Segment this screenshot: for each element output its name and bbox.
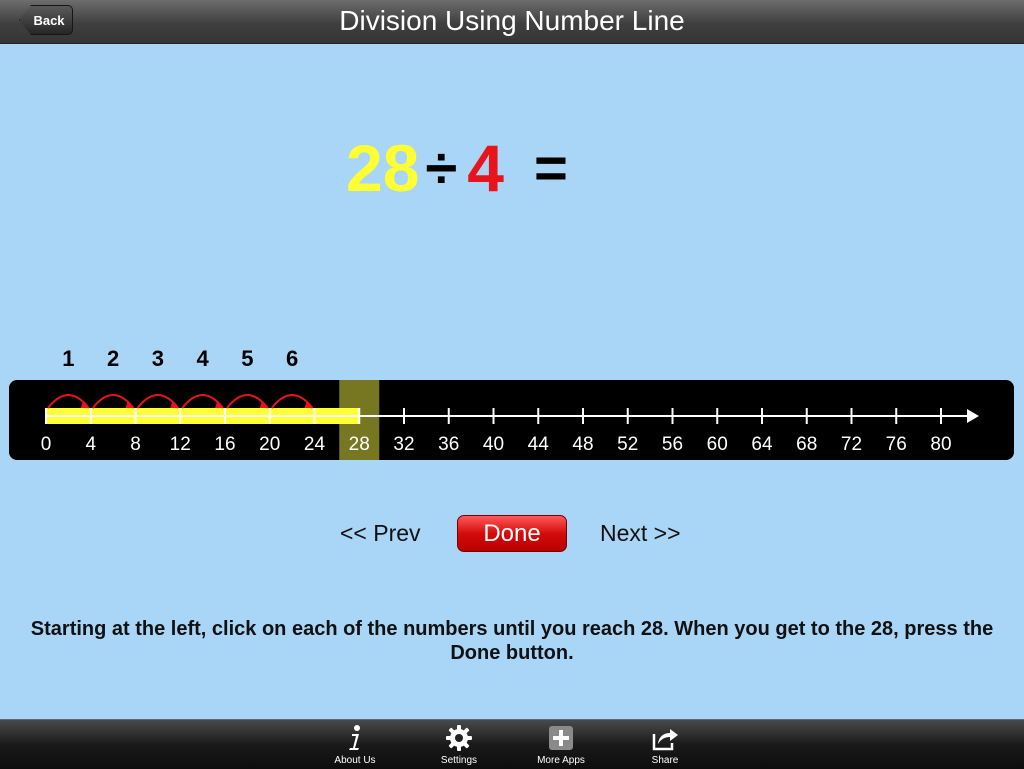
jump-count-label: 3 — [151, 346, 164, 371]
division-sign: ÷ — [425, 135, 458, 201]
tick-label[interactable]: 4 — [85, 434, 96, 455]
tick-label[interactable]: 20 — [259, 434, 280, 455]
jump-count-label: 4 — [196, 346, 209, 371]
plus-icon — [526, 723, 596, 753]
jump-count-label: 2 — [107, 346, 120, 371]
instructions-text: Starting at the left, click on each of t… — [30, 618, 994, 664]
equals-sign: = — [533, 135, 568, 201]
jump-count-labels: 1 2 3 4 5 6 — [0, 346, 1024, 376]
next-button[interactable]: Next >> — [600, 520, 681, 547]
tick-label[interactable]: 32 — [393, 434, 414, 455]
tick-label[interactable]: 0 — [41, 434, 52, 455]
tick-label[interactable]: 52 — [617, 434, 638, 455]
tab-settings[interactable]: Settings — [424, 723, 494, 766]
info-icon — [320, 723, 390, 753]
equation-dividend: 28 — [346, 131, 420, 205]
tick-label[interactable]: 80 — [930, 434, 951, 455]
tab-label: More Apps — [537, 755, 585, 766]
tick-label[interactable]: 8 — [130, 434, 141, 455]
tick-label[interactable]: 12 — [170, 434, 191, 455]
division-equation: 28 ÷ 4 = — [346, 128, 568, 208]
share-icon — [630, 723, 700, 753]
arrow-head-icon — [967, 409, 979, 423]
tick-label[interactable]: 24 — [304, 434, 326, 455]
tab-about-us[interactable]: About Us — [320, 723, 390, 766]
tick-label[interactable]: 68 — [796, 434, 817, 455]
tick-label[interactable]: 64 — [751, 434, 773, 455]
tab-label: Share — [651, 755, 679, 766]
jump-count-label: 6 — [286, 346, 299, 371]
tab-label: Settings — [440, 755, 478, 766]
page-title: Division Using Number Line — [339, 5, 685, 36]
tick-label[interactable]: 16 — [214, 434, 235, 455]
tick-label[interactable]: 44 — [528, 434, 550, 455]
tab-label: About Us — [334, 755, 376, 766]
tab-more-apps[interactable]: More Apps — [526, 723, 596, 766]
jump-count-label: 5 — [241, 346, 254, 371]
tick-label[interactable]: 28 — [349, 434, 370, 455]
jump-count-label: 1 — [62, 346, 75, 371]
tick-label[interactable]: 36 — [438, 434, 459, 455]
top-navigation-bar: Back Division Using Number Line — [0, 0, 1024, 44]
gear-icon — [424, 723, 494, 753]
tick-label[interactable]: 76 — [886, 434, 907, 455]
tick-label[interactable]: 48 — [572, 434, 593, 455]
bottom-tab-bar: About Us Settings More Apps Share — [0, 719, 1024, 769]
tick-label[interactable]: 60 — [707, 434, 728, 455]
done-button[interactable]: Done — [457, 515, 567, 552]
tick-label[interactable]: 56 — [662, 434, 683, 455]
tick-label[interactable]: 40 — [483, 434, 504, 455]
prev-button[interactable]: << Prev — [340, 520, 421, 547]
tick-label[interactable]: 72 — [841, 434, 862, 455]
tab-share[interactable]: Share — [630, 723, 700, 766]
number-line-graphic: 0 4 8 12 16 20 24 28 32 36 40 44 48 52 56 60 64 68 72 76 80 — [41, 380, 979, 460]
equation-divisor: 4 — [467, 131, 504, 205]
number-line: 0 4 8 12 16 20 24 28 32 36 40 44 48 52 56 60 64 68 72 76 80 — [9, 380, 1014, 460]
